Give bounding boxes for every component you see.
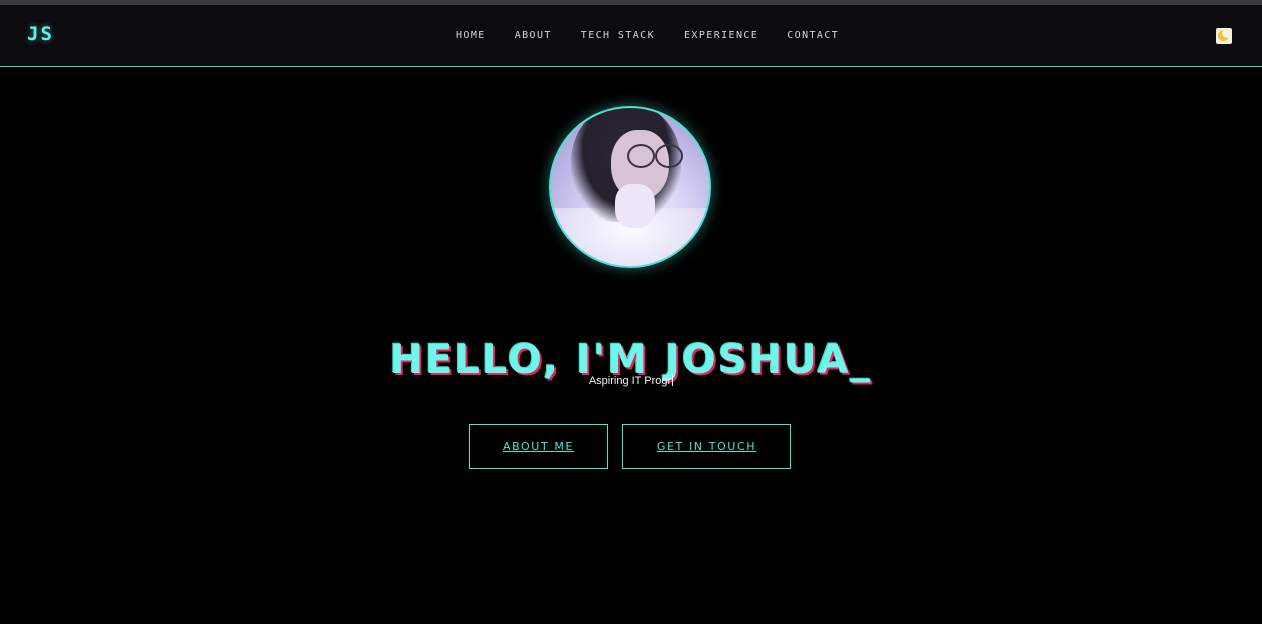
typing-text: Aspiring IT Progr (588, 375, 672, 387)
nav-link-contact[interactable]: CONTACT (787, 29, 839, 43)
moon-icon (1218, 28, 1232, 41)
nav-link-experience[interactable]: EXPERIENCE (684, 29, 758, 43)
typing-caret (672, 374, 674, 386)
site-logo[interactable]: JS (27, 23, 54, 45)
get-in-touch-button[interactable]: GET IN TOUCH (622, 424, 791, 469)
nav-link-tech-stack[interactable]: TECH STACK (581, 29, 655, 43)
nav-links: HOME ABOUT TECH STACK EXPERIENCE CONTACT (456, 29, 839, 43)
hero-subtitle: Aspiring IT Progr (0, 374, 1262, 388)
navbar: JS HOME ABOUT TECH STACK EXPERIENCE CONT… (0, 5, 1262, 67)
theme-toggle-button[interactable] (1216, 28, 1232, 44)
nav-link-home[interactable]: HOME (456, 29, 486, 43)
nav-link-about[interactable]: ABOUT (515, 29, 552, 43)
about-me-button[interactable]: ABOUT ME (469, 424, 608, 469)
profile-avatar (549, 106, 711, 268)
